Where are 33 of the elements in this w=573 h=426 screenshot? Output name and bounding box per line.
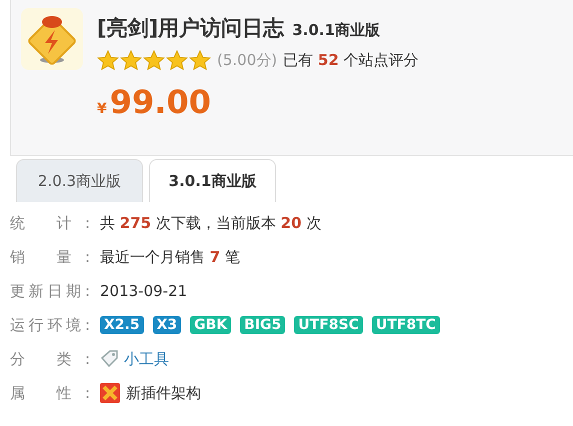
star-icon bbox=[97, 50, 119, 71]
field-value: 共 275 次下载，当前版本 20 次 bbox=[100, 214, 322, 232]
version-tab[interactable]: 2.0.3商业版 bbox=[16, 159, 143, 202]
environment-badge: UTF8SC bbox=[294, 316, 363, 334]
environment-badge: BIG5 bbox=[240, 316, 286, 334]
field-label: 统 计: bbox=[10, 214, 90, 232]
field-label: 分 类: bbox=[10, 350, 90, 368]
star-icon bbox=[189, 50, 211, 71]
field-label: 属 性: bbox=[10, 384, 90, 402]
environment-badge: X2.5 bbox=[100, 316, 144, 334]
field-value: 2013-09-21 bbox=[100, 282, 188, 300]
category-link[interactable]: 小工具 bbox=[124, 350, 169, 368]
price: 99.00 bbox=[110, 83, 211, 121]
currency-symbol: ¥ bbox=[97, 101, 107, 117]
field-value: 新插件架构 bbox=[126, 384, 201, 402]
star-icon bbox=[166, 50, 188, 71]
app-logo-icon bbox=[21, 8, 83, 70]
environment-badge: X3 bbox=[152, 316, 182, 334]
field-value: 最近一个月销售 7 笔 bbox=[100, 248, 240, 266]
tag-icon bbox=[100, 349, 120, 369]
field-label: 更新日期: bbox=[10, 282, 90, 300]
product-version: 3.0.1商业版 bbox=[292, 21, 380, 40]
field-label: 销 量: bbox=[10, 248, 90, 266]
product-title: [亮剑]用户访问日志 bbox=[97, 15, 284, 42]
rating-count: 已有 52 个站点评分 bbox=[283, 51, 419, 70]
x-mark-icon bbox=[100, 383, 120, 403]
field-label: 运行环境: bbox=[10, 316, 90, 334]
rating-score: (5.00分) bbox=[217, 51, 278, 70]
version-tab[interactable]: 3.0.1商业版 bbox=[149, 159, 276, 202]
environment-badge: UTF8TC bbox=[372, 316, 440, 334]
star-icon bbox=[120, 50, 142, 71]
star-icon bbox=[143, 50, 165, 71]
environment-badge: GBK bbox=[190, 316, 232, 334]
